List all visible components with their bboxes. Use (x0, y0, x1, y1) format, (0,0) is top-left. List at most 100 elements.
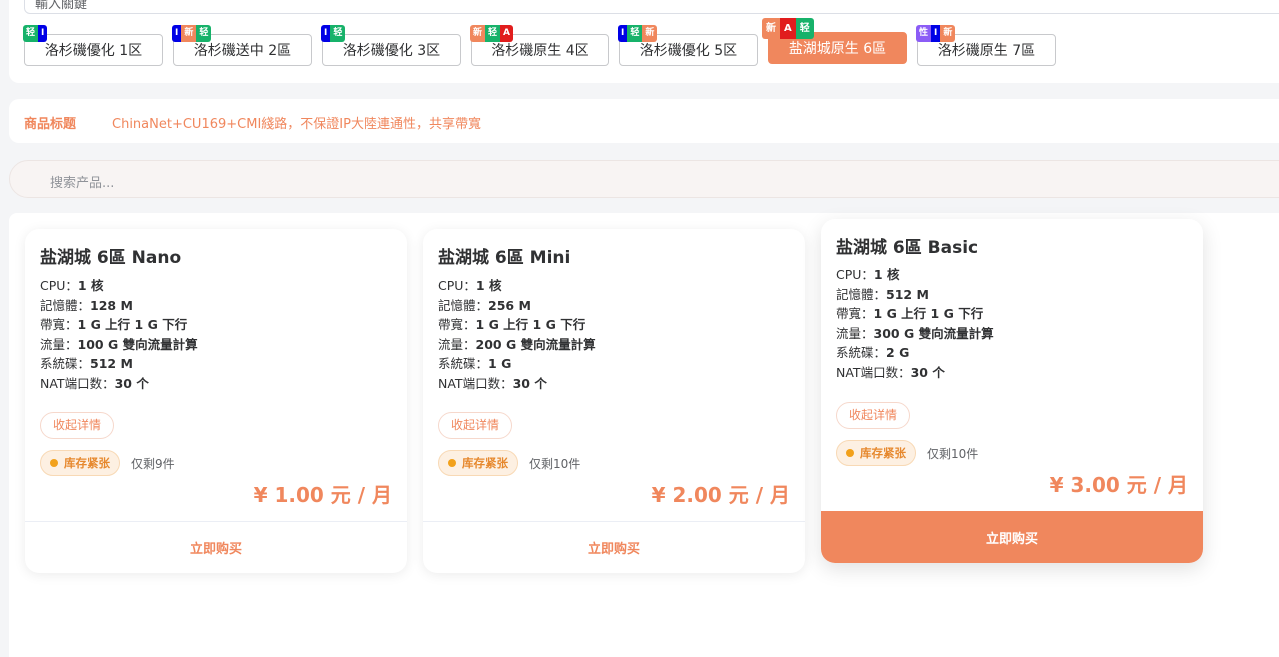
product-card: 盐湖城 6區 Basic CPU：1 核 記憶體：512 M 帶寬：1 G 上行… (821, 219, 1203, 563)
region-tag: 新 (940, 25, 956, 42)
spec-key: 帶寬： (438, 317, 476, 332)
region-label: 洛杉磯優化 5区 (639, 43, 738, 59)
region-tag: 轻 (196, 25, 212, 42)
spec-key: 系統碟： (438, 356, 489, 371)
spec-key: 流量： (40, 336, 78, 352)
region-tag: 轻 (795, 18, 814, 39)
spec-row: 系統碟：1 G (438, 354, 596, 374)
region-tag: I (618, 25, 628, 42)
spec-value: 1 核 (873, 267, 900, 282)
product-specs: CPU：1 核 記憶體：512 M 帶寬：1 G 上行 1 G 下行 流量：30… (836, 265, 994, 382)
spec-key: 記憶體： (40, 297, 91, 313)
region-tab-1[interactable]: 轻 I 洛杉磯優化 1区 (23, 25, 163, 66)
spec-key: NAT端口数： (836, 364, 911, 380)
spec-row: 流量：100 G 雙向流量計算 (40, 335, 198, 355)
spec-key: CPU： (438, 278, 476, 293)
spec-key: NAT端口数： (40, 375, 115, 391)
keyword-input-value: 輸入關鍵 (35, 0, 88, 12)
spec-row: CPU：1 核 (40, 276, 198, 296)
product-name: 盐湖城 6區 Basic (836, 238, 979, 258)
spec-value: 128 M (90, 297, 133, 313)
search-input[interactable]: 搜索产品... (9, 160, 1279, 198)
product-price: ¥ 3.00 元 / 月 (1049, 473, 1188, 497)
spec-value: 200 G 雙向流量計算 (475, 336, 596, 352)
spec-value: 300 G 雙向流量計算 (873, 325, 994, 341)
product-title-bar: 商品标题 ChinaNet+CU169+CMI綫路，不保證IP大陸連通性，共享帶… (9, 99, 1279, 143)
product-card: 盐湖城 6區 Mini CPU：1 核 記憶體：256 M 帶寬：1 G 上行 … (423, 229, 805, 573)
collapse-details-button[interactable]: 收起详情 (40, 412, 115, 439)
region-tags: I 轻 (321, 25, 346, 42)
spec-value: 1 核 (475, 278, 502, 293)
region-tag: I (172, 25, 182, 42)
region-tab-3[interactable]: I 轻 洛杉磯優化 3区 (321, 25, 461, 66)
region-tags: 性 I 新 (916, 25, 956, 42)
spec-value: 512 M (886, 286, 929, 302)
spec-row: 系統碟：512 M (40, 354, 198, 374)
spec-key: NAT端口数： (438, 375, 513, 391)
product-specs: CPU：1 核 記憶體：256 M 帶寬：1 G 上行 1 G 下行 流量：20… (438, 276, 596, 393)
region-tag: A (780, 18, 796, 39)
spec-row: 記憶體：128 M (40, 296, 198, 316)
spec-row: 流量：200 G 雙向流量計算 (438, 335, 596, 355)
region-tag: 新 (762, 18, 780, 39)
spec-key: CPU： (836, 267, 874, 282)
remaining-count: 仅剩9件 (131, 457, 175, 471)
spec-row: 系統碟：2 G (836, 343, 994, 363)
spec-value: 1 G 上行 1 G 下行 (77, 317, 188, 332)
keyword-input[interactable]: 輸入關鍵 (24, 0, 1279, 14)
spec-row: NAT端口数：30 个 (438, 374, 596, 394)
spec-key: 帶寬： (836, 306, 874, 321)
spec-value: 30 个 (114, 375, 149, 391)
spec-value: 2 G (886, 345, 910, 360)
region-tab-4[interactable]: 新 轻 A 洛杉磯原生 4区 (470, 25, 609, 66)
spec-value: 100 G 雙向流量計算 (77, 336, 198, 352)
stock-status-badge: 库存紧张 (836, 440, 916, 466)
spec-value: 30 个 (512, 375, 547, 391)
product-specs: CPU：1 核 記憶體：128 M 帶寬：1 G 上行 1 G 下行 流量：10… (40, 276, 198, 393)
buy-now-button[interactable]: 立即购买 (821, 511, 1203, 563)
spec-value: 1 G 上行 1 G 下行 (475, 317, 586, 332)
region-label: 洛杉磯送中 2區 (193, 43, 292, 59)
buy-now-button[interactable]: 立即购买 (423, 521, 805, 573)
region-tags: 新 A 轻 (762, 18, 814, 39)
product-price: ¥ 2.00 元 / 月 (651, 483, 790, 507)
region-tags: 新 轻 A (470, 25, 513, 42)
spec-key: CPU： (40, 278, 78, 293)
stock-status-badge: 库存紧张 (438, 450, 518, 476)
spec-key: 系統碟： (836, 345, 887, 360)
spec-row: NAT端口数：30 个 (836, 363, 994, 383)
product-title-label: 商品标题 (24, 117, 77, 132)
spec-value: 30 个 (910, 364, 945, 380)
spec-key: 流量： (836, 325, 874, 341)
region-label: 洛杉磯優化 1区 (44, 43, 143, 59)
product-name: 盐湖城 6區 Nano (40, 248, 182, 268)
region-label: 盐湖城原生 6區 (788, 41, 887, 57)
region-tab-5[interactable]: I 轻 新 洛杉磯優化 5区 (618, 25, 758, 66)
spec-key: 記憶體： (438, 297, 489, 313)
spec-row: 帶寬：1 G 上行 1 G 下行 (40, 315, 198, 335)
region-tag: 轻 (330, 25, 346, 42)
region-tag: 轻 (627, 25, 643, 42)
search-placeholder: 搜索产品... (50, 176, 115, 191)
remaining-count: 仅剩10件 (529, 457, 581, 471)
region-tab-6[interactable]: 新 A 轻 盐湖城原生 6區 (762, 18, 907, 64)
region-tag: 轻 (485, 25, 501, 42)
remaining-count: 仅剩10件 (927, 447, 979, 461)
collapse-details-button[interactable]: 收起详情 (836, 402, 911, 429)
collapse-details-button[interactable]: 收起详情 (438, 412, 513, 439)
spec-row: CPU：1 核 (438, 276, 596, 296)
spec-value: 1 G (488, 356, 512, 371)
region-tag: A (500, 25, 513, 42)
buy-now-button[interactable]: 立即购买 (25, 521, 407, 573)
stock-status-badge: 库存紧张 (40, 450, 120, 476)
spec-row: CPU：1 核 (836, 265, 994, 285)
region-label: 洛杉磯原生 7區 (937, 43, 1036, 59)
product-price: ¥ 1.00 元 / 月 (253, 483, 392, 507)
region-tag: 轻 (23, 25, 39, 42)
spec-row: 記憶體：256 M (438, 296, 596, 316)
region-tab-2[interactable]: I 新 轻 洛杉磯送中 2區 (172, 25, 312, 66)
region-tag: I (321, 25, 331, 42)
region-tab-7[interactable]: 性 I 新 洛杉磯原生 7區 (916, 25, 1056, 66)
region-tags: I 轻 新 (618, 25, 658, 42)
region-tag: 新 (642, 25, 658, 42)
